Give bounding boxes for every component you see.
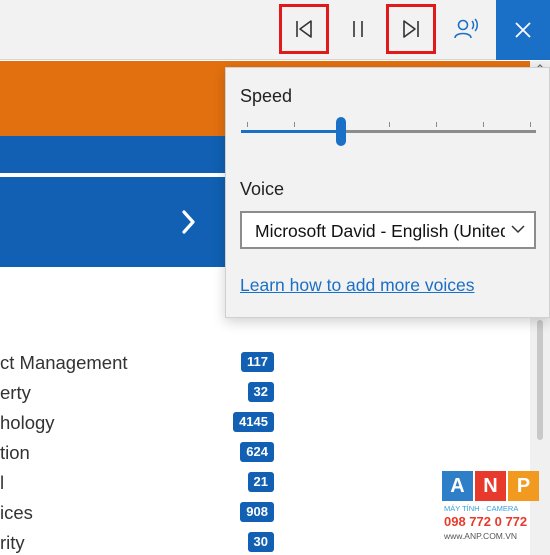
- close-icon: [515, 22, 531, 38]
- skip-next-icon: [403, 20, 419, 38]
- speed-slider-tick: [388, 122, 390, 127]
- category-label: ct Management: [0, 352, 128, 373]
- speed-slider-tick: [294, 122, 296, 127]
- category-row[interactable]: l 21: [0, 469, 300, 499]
- chevron-down-icon: [511, 225, 525, 234]
- watermark-letters: A N P: [442, 471, 540, 501]
- category-row[interactable]: hology 4145: [0, 409, 300, 439]
- watermark-letter: A: [442, 471, 473, 501]
- speed-slider-tick: [435, 122, 437, 127]
- category-label: hology: [0, 412, 55, 433]
- category-count-badge: 21: [247, 472, 274, 492]
- pause-button[interactable]: [333, 4, 383, 54]
- category-row[interactable]: tion 624: [0, 439, 300, 469]
- skip-previous-icon: [296, 20, 312, 38]
- category-row[interactable]: ct Management 117: [0, 349, 300, 379]
- voice-settings-icon: [454, 18, 478, 39]
- category-count-badge: 117: [241, 352, 274, 372]
- add-voices-link[interactable]: Learn how to add more voices: [240, 275, 474, 296]
- chevron-right-icon[interactable]: [178, 208, 200, 236]
- category-count-badge: 908: [240, 502, 274, 522]
- voice-dropdown[interactable]: Microsoft David - English (United States…: [240, 211, 536, 249]
- category-row[interactable]: erty 32: [0, 379, 300, 409]
- scrollbar-thumb[interactable]: [537, 320, 543, 440]
- watermark-letter: P: [508, 471, 539, 501]
- voice-label: Voice: [240, 179, 285, 199]
- watermark-phone: 098 772 0 772: [444, 514, 528, 529]
- speed-slider-tick: [482, 122, 484, 127]
- category-row[interactable]: ices 908: [0, 499, 300, 529]
- category-count-badge: 4145: [233, 412, 274, 432]
- category-count-badge: 32: [247, 382, 274, 402]
- category-count-badge: 624: [240, 442, 274, 462]
- read-aloud-toolbar: [0, 0, 550, 60]
- speed-slider-tick: [247, 122, 248, 127]
- category-label: erty: [0, 382, 31, 403]
- next-paragraph-button[interactable]: [386, 4, 436, 54]
- category-label: l: [0, 472, 5, 493]
- category-label: tion: [0, 442, 30, 463]
- previous-paragraph-button[interactable]: [279, 4, 329, 54]
- watermark-tagline: MÁY TÍNH · CAMERA: [444, 504, 519, 513]
- voice-dropdown-value: Microsoft David - English (United States…: [255, 221, 505, 241]
- category-list: ct Management 117 erty 32 hology 4145 ti…: [0, 349, 300, 555]
- category-count-badge: 30: [247, 532, 274, 552]
- pause-icon: [353, 21, 363, 37]
- category-label: ices: [0, 502, 33, 523]
- watermark-letter: N: [475, 471, 506, 501]
- watermark-website: www.ANP.COM.VN: [444, 531, 518, 541]
- voice-options-flyout: Speed Voice Microsoft David - English (U…: [225, 67, 550, 318]
- anp-watermark-logo: A N P MÁY TÍNH · CAMERA 098 772 0 772 ww…: [442, 471, 542, 546]
- category-row[interactable]: rity 30: [0, 529, 300, 555]
- voice-options-button[interactable]: [442, 4, 492, 54]
- speed-label: Speed: [240, 86, 293, 106]
- speed-slider-tick: [530, 122, 531, 127]
- speed-slider-thumb[interactable]: [336, 117, 347, 146]
- category-label: rity: [0, 532, 25, 553]
- close-read-aloud-button[interactable]: [496, 0, 550, 60]
- speed-slider-fill: [241, 130, 342, 133]
